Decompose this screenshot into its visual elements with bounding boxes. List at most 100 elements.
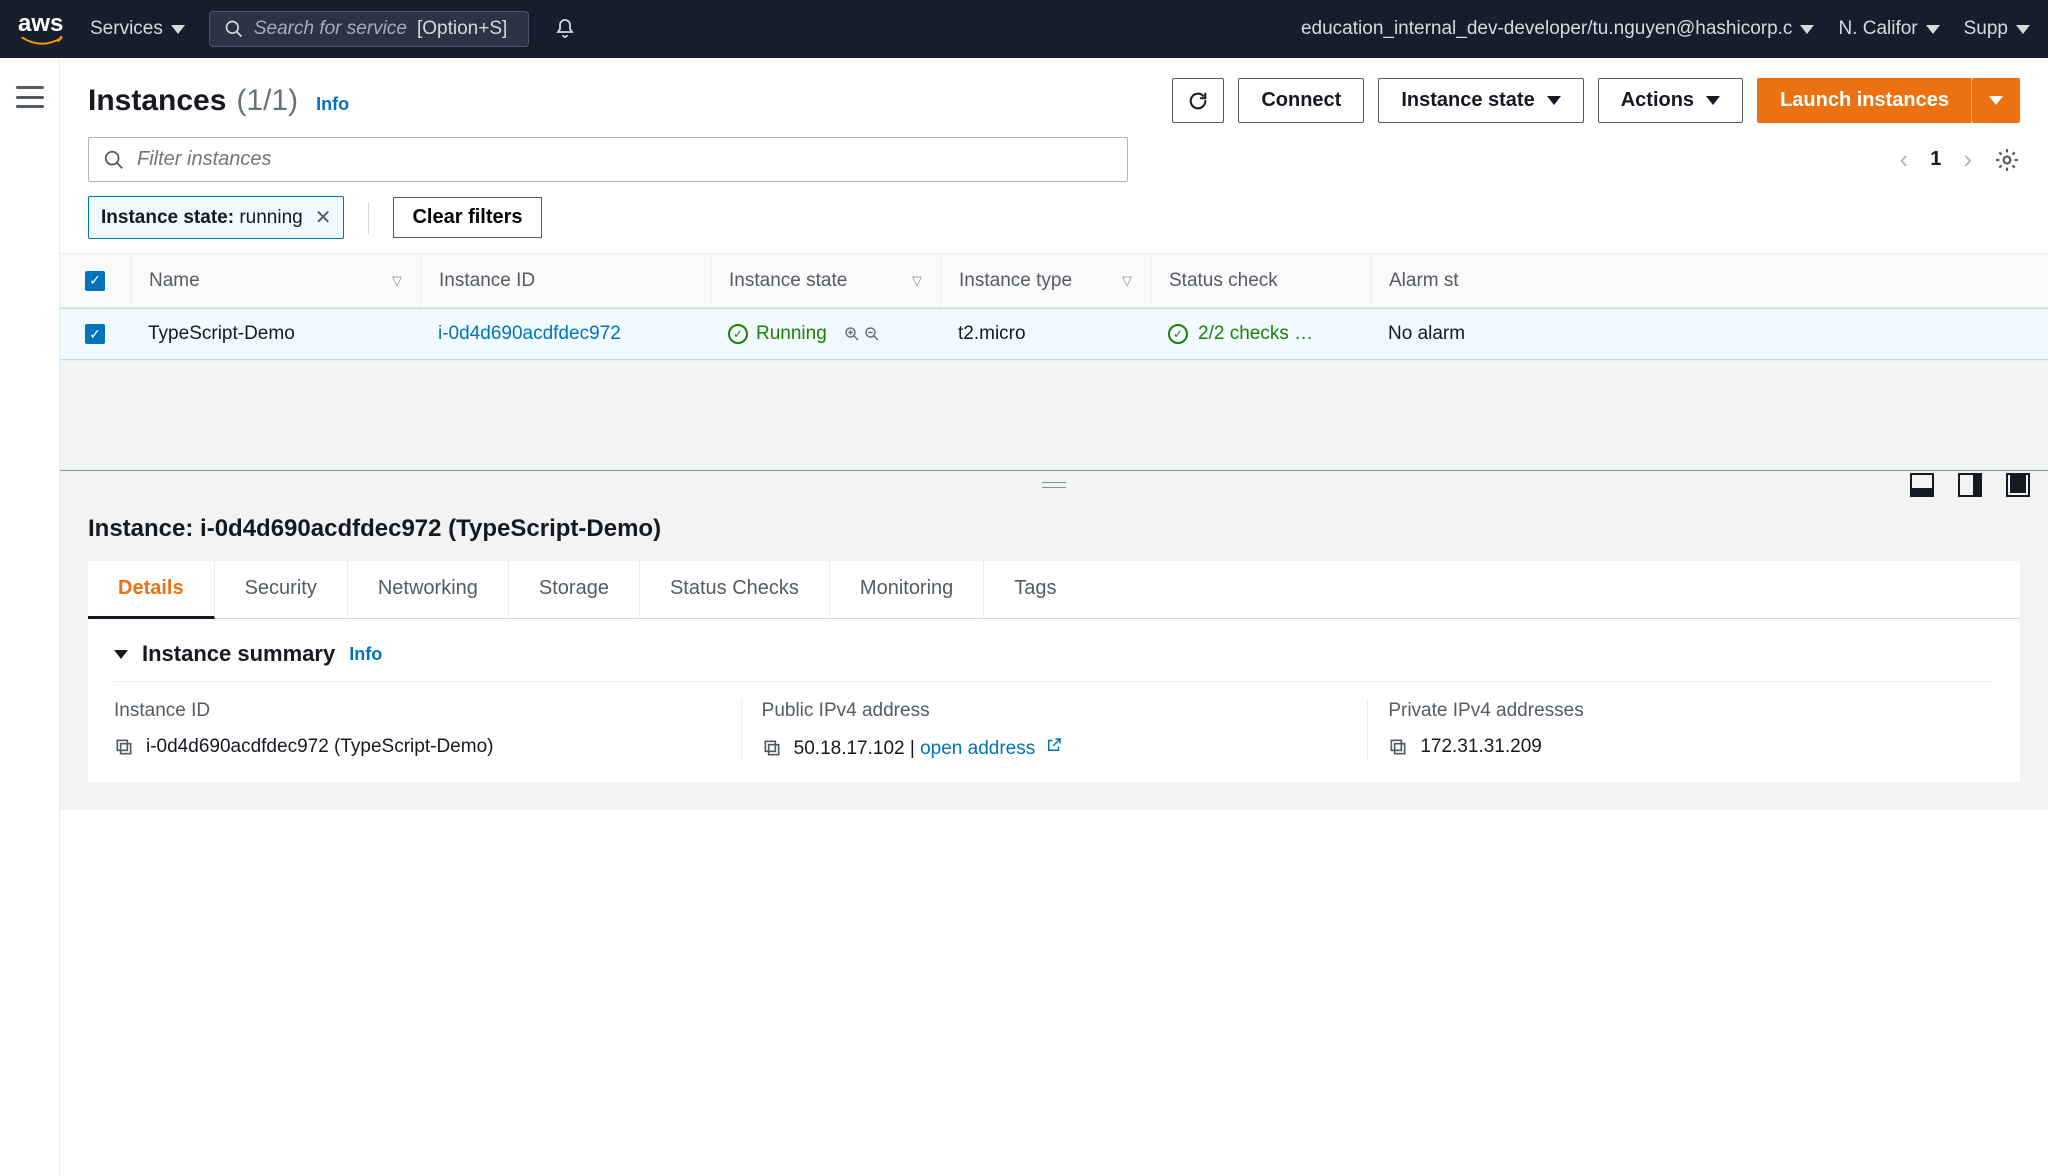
- title-text: Instances: [88, 84, 226, 118]
- zoom-out-icon: [863, 325, 881, 343]
- instances-table: ✓ Name▽ Instance ID Instance state▽ Inst…: [60, 253, 2048, 361]
- row-checkbox[interactable]: ✓: [60, 324, 130, 344]
- col-name[interactable]: Name▽: [130, 254, 420, 307]
- region-menu[interactable]: N. Califor: [1838, 18, 1939, 40]
- aws-logo[interactable]: aws: [18, 10, 66, 48]
- field-label: Public IPv4 address: [762, 700, 1348, 722]
- tab-networking[interactable]: Networking: [348, 561, 509, 618]
- checkbox-icon: ✓: [85, 324, 105, 344]
- divider: [368, 202, 369, 234]
- sort-icon: ▽: [392, 273, 402, 289]
- layout-full-icon[interactable]: [2006, 473, 2030, 497]
- hamburger-icon[interactable]: [16, 86, 44, 108]
- account-menu[interactable]: education_internal_dev-developer/tu.nguy…: [1301, 18, 1814, 40]
- launch-button-group: Launch instances: [1757, 78, 2020, 123]
- col-alarm[interactable]: Alarm st: [1370, 254, 1530, 307]
- chip-key: Instance state:: [101, 207, 234, 228]
- col-instance-type[interactable]: Instance type▽: [940, 254, 1150, 307]
- table-row[interactable]: ✓ TypeScript-Demo i-0d4d690acdfdec972 ✓R…: [60, 308, 2048, 360]
- cell-state: ✓Running: [710, 323, 940, 345]
- zoom-icons[interactable]: [843, 325, 881, 343]
- launch-instances-button[interactable]: Launch instances: [1757, 78, 1972, 123]
- tab-security[interactable]: Security: [215, 561, 348, 618]
- sort-icon: ▽: [912, 273, 922, 289]
- refresh-button[interactable]: [1172, 78, 1224, 123]
- tab-storage[interactable]: Storage: [509, 561, 640, 618]
- layout-controls: [1910, 473, 2030, 497]
- top-nav: aws Services Search for service [Option+…: [0, 0, 2048, 58]
- select-all-header[interactable]: ✓: [60, 254, 130, 307]
- field-value: i-0d4d690acdfdec972 (TypeScript-Demo): [114, 736, 721, 758]
- launch-dropdown-button[interactable]: [1972, 78, 2020, 123]
- summary-grid: Instance ID i-0d4d690acdfdec972 (TypeScr…: [114, 700, 1994, 760]
- search-icon: [224, 19, 244, 39]
- details-body: Instance summary Info Instance ID i-0d4d…: [88, 619, 2020, 782]
- page-title: Instances (1/1) Info: [88, 84, 349, 118]
- open-address-link[interactable]: open address: [920, 738, 1062, 759]
- status-ok-icon: ✓: [1168, 324, 1188, 344]
- page-number: 1: [1930, 148, 1941, 171]
- external-link-icon: [1045, 736, 1063, 754]
- cell-alarm: No alarm: [1370, 323, 1530, 345]
- kv-public-ip: Public IPv4 address 50.18.17.102 | open …: [741, 700, 1368, 760]
- tab-tags[interactable]: Tags: [984, 561, 1086, 618]
- settings-icon[interactable]: [1994, 147, 2020, 173]
- tab-details[interactable]: Details: [88, 561, 215, 619]
- caret-down-icon: [1989, 96, 2003, 105]
- actions-button[interactable]: Actions: [1598, 78, 1743, 123]
- search-icon: [103, 149, 125, 171]
- filter-bar: ‹ 1 ›: [60, 137, 2048, 196]
- services-menu[interactable]: Services: [90, 18, 185, 40]
- zoom-in-icon: [843, 325, 861, 343]
- table-header: ✓ Name▽ Instance ID Instance state▽ Inst…: [60, 254, 2048, 308]
- field-label: Private IPv4 addresses: [1388, 700, 1974, 722]
- split-handle[interactable]: [60, 471, 2048, 499]
- pagination: ‹ 1 ›: [1900, 144, 2020, 175]
- copy-icon[interactable]: [114, 737, 134, 757]
- filter-input-wrap[interactable]: [88, 137, 1128, 182]
- col-instance-id[interactable]: Instance ID: [420, 254, 710, 307]
- layout-bottom-icon[interactable]: [1910, 473, 1934, 497]
- caret-down-icon: [2016, 25, 2030, 34]
- filter-chips: Instance state: running ✕ Clear filters: [60, 196, 2048, 253]
- search-keyboard-hint: [Option+S]: [417, 18, 507, 40]
- aws-swoosh-icon: [18, 36, 66, 48]
- chip-value: running: [239, 207, 302, 228]
- connect-button[interactable]: Connect: [1238, 78, 1364, 123]
- filter-input[interactable]: [137, 148, 1113, 171]
- detail-tabs: Details Security Networking Storage Stat…: [88, 561, 2020, 619]
- field-label: Instance ID: [114, 700, 721, 722]
- instance-count: (1/1): [236, 84, 298, 118]
- prev-page-button[interactable]: ‹: [1900, 144, 1909, 175]
- support-menu[interactable]: Supp: [1964, 18, 2030, 40]
- summary-header[interactable]: Instance summary Info: [114, 641, 1994, 682]
- clear-filters-button[interactable]: Clear filters: [393, 197, 541, 238]
- support-label: Supp: [1964, 18, 2008, 40]
- next-page-button[interactable]: ›: [1963, 144, 1972, 175]
- cell-instance-id[interactable]: i-0d4d690acdfdec972: [420, 323, 710, 345]
- col-instance-state[interactable]: Instance state▽: [710, 254, 940, 307]
- global-search[interactable]: Search for service [Option+S]: [209, 11, 529, 47]
- copy-icon[interactable]: [1388, 737, 1408, 757]
- copy-icon[interactable]: [762, 738, 782, 758]
- field-value: 172.31.31.209: [1388, 736, 1974, 758]
- cell-type: t2.micro: [940, 323, 1150, 345]
- tab-monitoring[interactable]: Monitoring: [830, 561, 984, 618]
- notifications-icon[interactable]: [553, 17, 577, 41]
- info-link[interactable]: Info: [316, 94, 349, 115]
- tab-status-checks[interactable]: Status Checks: [640, 561, 830, 618]
- action-buttons: Connect Instance state Actions Launch in…: [1172, 78, 2020, 123]
- caret-down-icon: [1706, 96, 1720, 105]
- cell-name: TypeScript-Demo: [130, 323, 420, 345]
- filter-chip-instance-state[interactable]: Instance state: running ✕: [88, 196, 344, 239]
- caret-down-icon: [114, 650, 128, 659]
- info-link[interactable]: Info: [349, 644, 382, 665]
- refresh-icon: [1187, 90, 1209, 112]
- cell-status: ✓2/2 checks …: [1150, 323, 1370, 345]
- services-label: Services: [90, 18, 163, 40]
- remove-chip-icon[interactable]: ✕: [315, 205, 332, 230]
- col-status-check[interactable]: Status check: [1150, 254, 1370, 307]
- instance-state-button[interactable]: Instance state: [1378, 78, 1583, 123]
- layout-split-icon[interactable]: [1958, 473, 1982, 497]
- sort-icon: ▽: [1122, 273, 1132, 289]
